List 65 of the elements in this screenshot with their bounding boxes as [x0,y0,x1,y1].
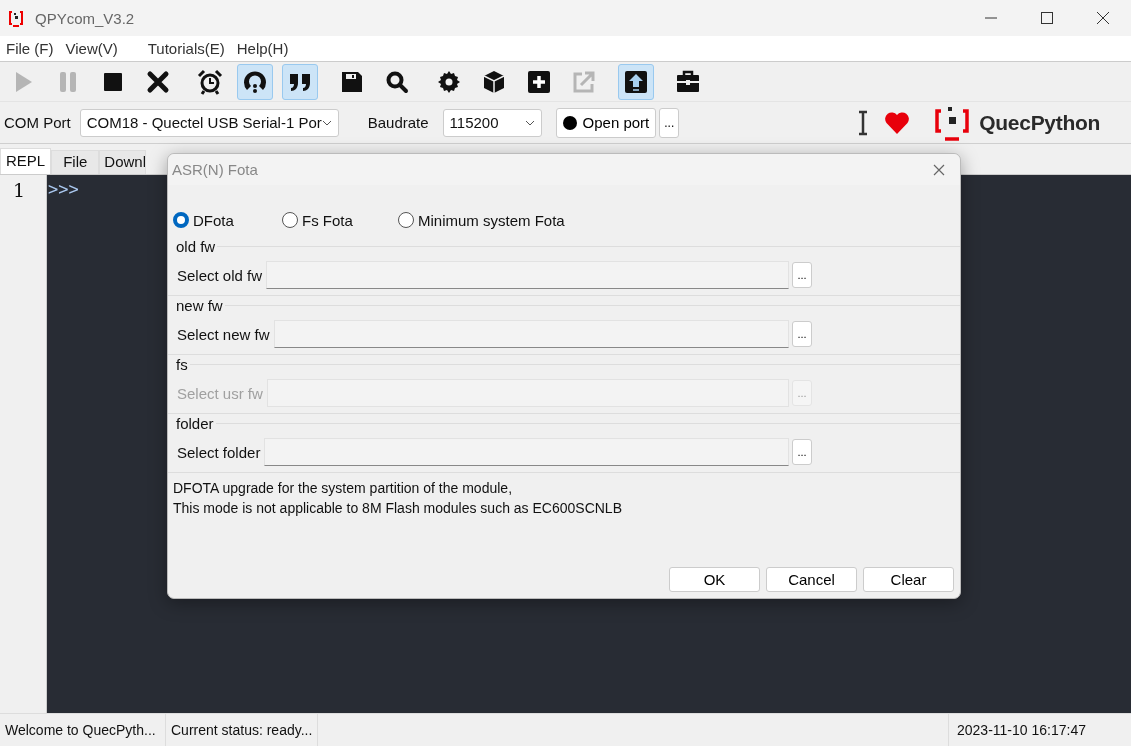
field-label: Select folder [177,443,261,461]
repl-prompt: >>> [48,179,79,199]
baudrate-label: Baudrate [367,114,429,131]
status-text: Current status: ready... [166,714,319,746]
group-title: old fw [176,238,216,255]
com-port-dropdown[interactable]: COM18 - Quectel USB Serial-1 Por [79,108,339,137]
field-label: Select old fw [177,266,263,284]
radio-button[interactable] [282,212,298,228]
caret-icon [321,119,332,126]
toolbar-button[interactable] [237,63,273,100]
browse-button[interactable]: ... [792,439,812,465]
brand-name: QuecPython [979,110,1100,135]
app-logo-icon [7,9,25,27]
tab[interactable]: File [51,150,100,174]
group-title: new fw [176,297,223,314]
dialog-button[interactable]: Cancel [766,567,857,592]
file-path-field[interactable] [264,438,789,466]
radio-label[interactable]: DFota [193,211,234,229]
file-path-field[interactable] [273,320,789,348]
browse-button[interactable]: ... [792,262,812,288]
menu-item[interactable]: View(V) [59,40,124,57]
upload-icon [623,68,649,95]
dot-icon [562,115,577,130]
dialog-button[interactable]: Clear [863,567,954,592]
line-number: 1 [12,179,26,201]
menu-item[interactable]: File (F) [0,40,60,57]
toolbox-icon [675,68,701,95]
group-title: fs [176,356,188,373]
status-text: Welcome to QuecPyth... [0,714,166,746]
plus-square-icon [526,68,552,95]
window-title: QPYcom_V3.2 [35,9,135,27]
caret-icon [524,119,535,126]
close-icon[interactable] [933,163,945,176]
radio-button[interactable] [173,212,189,228]
cube-icon [481,68,507,95]
description-text: DFOTA upgrade for the system partition of the module, [173,479,513,498]
com-port-label: COM Port [4,114,71,131]
text-cursor-icon [858,109,869,136]
heart-icon[interactable] [884,110,911,135]
timestamp: 2023-11-10 16:17:47 [948,714,1131,746]
dialog-title: ASR(N) Fota [172,161,258,178]
open-port-button[interactable]: Open port [555,107,657,138]
dialog-button[interactable]: OK [669,567,760,592]
radio-label[interactable]: Fs Fota [302,211,353,229]
file-path-field[interactable] [266,261,789,289]
toolbar-button[interactable] [618,63,654,100]
more-button[interactable]: ... [659,107,680,138]
tab[interactable]: REPL [0,148,52,174]
radio-label[interactable]: Minimum system Fota [418,211,565,229]
menu-item[interactable]: Tutorials(E) [141,40,231,57]
field-label: Select usr fw [177,384,263,402]
group-title: folder [176,415,214,432]
toolbar-button[interactable] [282,63,318,100]
headset-icon [242,68,268,95]
maximize-icon[interactable] [1040,11,1054,25]
menu-item[interactable]: Help(H) [230,40,295,57]
baudrate-dropdown[interactable]: 115200 [442,108,542,137]
close-icon [145,68,171,95]
browse-button[interactable]: ... [792,321,812,347]
radio-button[interactable] [398,212,414,228]
description-text: This mode is not applicable to 8M Flash modules such as EC600SCNLB [173,499,623,518]
field-label: Select new fw [177,325,270,343]
tab[interactable]: Downl [99,150,147,174]
close-icon[interactable] [1096,11,1110,25]
alarm-clock-icon [197,68,223,95]
